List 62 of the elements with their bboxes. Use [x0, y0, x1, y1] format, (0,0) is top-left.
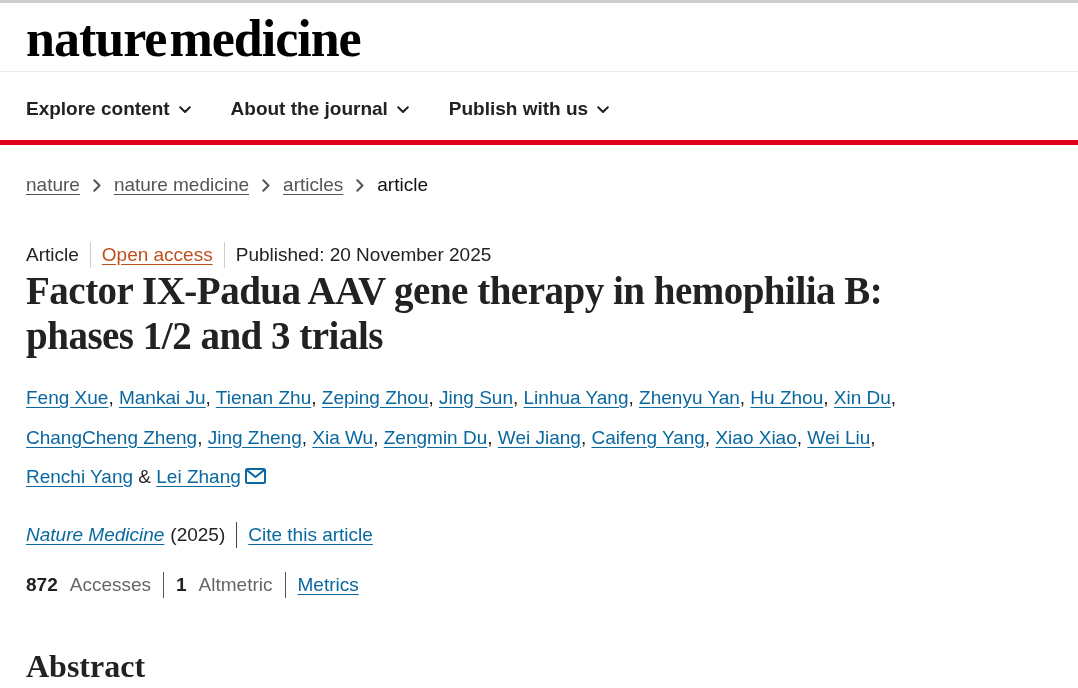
author-separator: ,: [373, 426, 379, 448]
metrics-link[interactable]: Metrics: [297, 572, 359, 597]
metric-label: Accesses: [69, 572, 151, 597]
publication-year: (2025): [170, 522, 226, 547]
author-separator: ,: [796, 426, 803, 448]
journal-logo[interactable]: nature medicine: [26, 13, 361, 65]
author-link[interactable]: Zeping Zhou: [321, 387, 429, 408]
article-title: Factor IX-Padua AAV gene therapy in hemophilia B: phases 1/2 and 3 trials: [26, 268, 884, 358]
breadcrumb-current: article: [377, 173, 428, 197]
author-link[interactable]: Caifeng Yang: [591, 426, 705, 448]
breadcrumb-link[interactable]: nature medicine: [113, 173, 250, 197]
author-separator: ,: [108, 387, 114, 408]
author-separator: ,: [890, 387, 897, 408]
author-link[interactable]: Lei Zhang: [156, 466, 241, 487]
breadcrumb-link[interactable]: nature: [26, 173, 80, 197]
author-link[interactable]: Wei Liu: [807, 426, 871, 448]
author-link[interactable]: Mankai Ju: [118, 387, 206, 408]
journal-link[interactable]: Nature Medicine: [26, 522, 165, 547]
author-separator: ,: [205, 387, 211, 408]
published-date: Published: 20 November 2025: [235, 243, 492, 267]
author-link[interactable]: Hu Zhou: [750, 387, 824, 408]
author-separator: ,: [628, 387, 634, 408]
author-link[interactable]: Wei Jiang: [497, 426, 581, 448]
author-link[interactable]: ChangCheng Zheng: [26, 426, 198, 448]
article-type: Article: [26, 243, 79, 267]
author-link[interactable]: Xia Wu: [312, 426, 374, 448]
author-separator: &: [138, 466, 151, 487]
author-separator: ,: [870, 426, 876, 448]
metric-count: 872: [26, 572, 58, 597]
author-separator: ,: [580, 426, 587, 448]
open-access-link[interactable]: Open access: [101, 243, 213, 267]
author-separator: ,: [311, 387, 317, 408]
author-separator: ,: [739, 387, 746, 408]
nav-menu-button[interactable]: Publish with us: [448, 97, 610, 121]
author-separator: ,: [487, 426, 493, 448]
breadcrumb-link[interactable]: articles: [283, 173, 344, 197]
nav-menu-button[interactable]: Explore content: [26, 97, 191, 121]
author-separator: ,: [301, 426, 307, 448]
author-link[interactable]: Xiao Xiao: [715, 426, 797, 448]
nav-menu-button[interactable]: About the journal: [230, 97, 409, 121]
author-link[interactable]: Linhua Yang: [523, 387, 629, 408]
chevron-right-icon: [262, 178, 271, 192]
author-link[interactable]: Zengmin Du: [383, 426, 488, 448]
author-link[interactable]: Zhenyu Yan: [639, 387, 740, 408]
envelope-icon[interactable]: [244, 468, 266, 484]
author-link[interactable]: Jing Zheng: [207, 426, 302, 448]
chevron-right-icon: [356, 178, 365, 192]
author-separator: ,: [197, 426, 203, 448]
author-separator: ,: [704, 426, 711, 448]
metric-count: 1: [176, 572, 187, 597]
author-link[interactable]: Xin Du: [833, 387, 891, 408]
metric-label: Altmetric: [198, 572, 273, 597]
author-separator: ,: [823, 387, 829, 408]
cite-article-link[interactable]: Cite this article: [248, 522, 373, 547]
author-link[interactable]: Jing Sun: [439, 387, 513, 408]
author-link[interactable]: Renchi Yang: [26, 466, 134, 487]
author-separator: ,: [513, 387, 519, 408]
author-link[interactable]: Feng Xue: [26, 387, 109, 408]
author-separator: ,: [428, 387, 434, 408]
chevron-right-icon: [92, 178, 101, 192]
author-link[interactable]: Tienan Zhu: [215, 387, 312, 408]
section-heading: Abstract: [26, 647, 146, 684]
